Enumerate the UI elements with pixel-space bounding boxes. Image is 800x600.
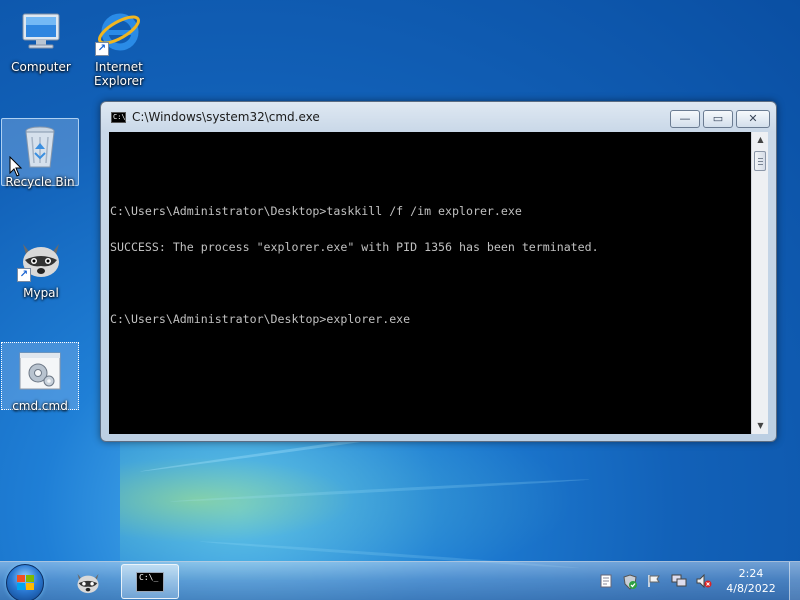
action-center-flag-icon[interactable] [647, 574, 661, 588]
scroll-up-arrow-icon[interactable]: ▲ [752, 132, 769, 148]
clock-time: 2:24 [738, 567, 764, 580]
vertical-scrollbar[interactable]: ▲ ▼ [751, 132, 768, 434]
window-titlebar[interactable]: C:\_ C:\Windows\system32\cmd.exe — ▭ ✕ [101, 102, 776, 132]
shortcut-arrow-icon: ↗ [17, 268, 31, 282]
recycle-bin-icon [16, 123, 64, 171]
batch-file-gear-icon [16, 347, 64, 395]
clock-date: 4/8/2022 [726, 582, 776, 595]
taskbar-item-cmd[interactable]: C:\_ [121, 564, 179, 599]
desktop-icon-label: Computer [11, 60, 71, 74]
mypal-raccoon-icon: ↗ [17, 234, 65, 282]
console-line: C:\Users\Administrator\Desktop>explorer.… [110, 312, 411, 326]
system-clock[interactable]: 2:24 4/8/2022 [718, 566, 784, 596]
desktop-icon-label: Mypal [23, 286, 59, 300]
desktop-icon-internet-explorer[interactable]: ↗ Internet Explorer [80, 4, 158, 88]
start-button[interactable] [6, 564, 44, 600]
close-button[interactable]: ✕ [736, 110, 770, 128]
notes-icon[interactable] [599, 574, 613, 588]
scroll-down-arrow-icon[interactable]: ▼ [752, 418, 769, 434]
cmd-window[interactable]: C:\_ C:\Windows\system32\cmd.exe — ▭ ✕ C… [100, 101, 777, 442]
maximize-button[interactable]: ▭ [703, 110, 733, 128]
mouse-cursor-icon [9, 156, 23, 177]
mypal-raccoon-icon [77, 573, 99, 594]
desktop-icon-label: cmd.cmd [12, 399, 68, 413]
scroll-thumb[interactable] [754, 151, 766, 171]
volume-muted-icon[interactable] [696, 573, 712, 589]
console-output[interactable]: C:\Users\Administrator\Desktop>taskkill … [109, 132, 751, 434]
desktop-icon-computer[interactable]: Computer [2, 4, 80, 74]
command-prompt-icon: C:\_ [111, 112, 130, 123]
console-line: C:\Users\Administrator\Desktop>taskkill … [110, 204, 522, 218]
taskbar-item-mypal[interactable] [60, 564, 118, 599]
windows-logo-icon [17, 575, 35, 591]
computer-icon [17, 8, 65, 56]
desktop-icon-mypal[interactable]: ↗ Mypal [2, 230, 80, 300]
window-title: C:\Windows\system32\cmd.exe [132, 110, 320, 124]
security-shield-icon[interactable] [622, 574, 637, 590]
shortcut-arrow-icon: ↗ [95, 42, 109, 56]
console-line: SUCCESS: The process "explorer.exe" with… [110, 240, 599, 254]
internet-explorer-icon: ↗ [95, 8, 143, 56]
taskbar: C:\_ 2:24 4/8/2022 [0, 561, 800, 600]
desktop-icon-cmd-file[interactable]: cmd.cmd [1, 342, 79, 413]
minimize-button[interactable]: — [670, 110, 700, 128]
show-desktop-button[interactable] [789, 562, 800, 600]
network-icon[interactable] [671, 574, 687, 588]
desktop-icon-label: Internet Explorer [94, 60, 144, 88]
command-prompt-icon: C:\_ [136, 572, 164, 592]
wallpaper-streak [169, 478, 590, 503]
